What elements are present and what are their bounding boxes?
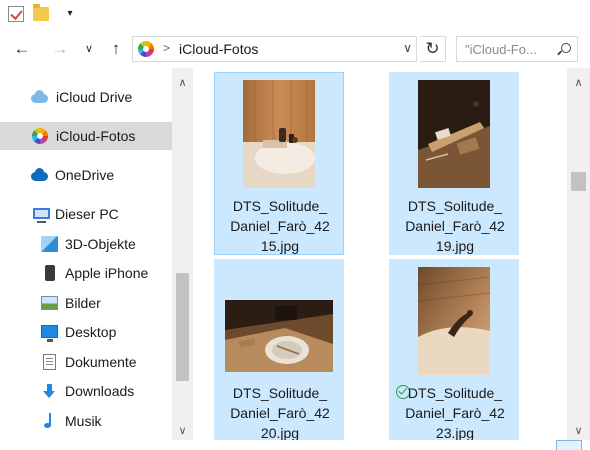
file-name-line: Daniel_Farò_42 <box>230 218 330 234</box>
file-name: DTS_Solitude_ Daniel_Farò_42 15.jpg <box>215 196 345 256</box>
search-placeholder: "iCloud-Fo... <box>465 42 537 57</box>
scroll-down-icon[interactable]: ∨ <box>567 422 590 440</box>
file-tile[interactable]: DTS_Solitude_ Daniel_Farò_42 23.jpg <box>389 259 519 442</box>
file-name-line: DTS_Solitude_ <box>407 385 503 401</box>
sidebar-item-3d-objects[interactable]: 3D-Objekte <box>0 230 172 258</box>
file-name-line: 19.jpg <box>435 238 475 254</box>
properties-check-icon[interactable] <box>8 6 24 22</box>
scroll-up-icon[interactable]: ∧ <box>567 74 590 92</box>
sidebar-item-label: 3D-Objekte <box>65 236 136 252</box>
file-tile[interactable]: DTS_Solitude_ Daniel_Farò_42 19.jpg <box>389 72 519 255</box>
navigation-pane: iCloud Drive iCloud-Fotos OneDrive Diese… <box>0 68 193 440</box>
icloud-photos-icon <box>32 128 48 144</box>
sidebar-item-label: iCloud Drive <box>56 89 133 105</box>
sidebar-item-pictures[interactable]: Bilder <box>0 289 172 317</box>
photo-thumbnail <box>225 300 333 372</box>
sidebar-item-label: iCloud-Fotos <box>56 128 136 144</box>
sidebar-item-label: Bilder <box>65 295 101 311</box>
recent-locations-chevron-icon[interactable]: ∨ <box>82 39 96 59</box>
downloads-icon <box>41 383 58 399</box>
sidebar-item-apple-iphone[interactable]: Apple iPhone <box>0 259 172 287</box>
quick-access-toolbar: ▾ <box>0 0 590 30</box>
file-name: DTS_Solitude_ Daniel_Farò_42 19.jpg <box>390 196 520 256</box>
scroll-down-icon[interactable]: ∨ <box>172 422 193 440</box>
file-name: DTS_Solitude_ Daniel_Farò_42 20.jpg <box>215 383 345 443</box>
file-name-line: DTS_Solitude_ <box>232 198 328 214</box>
scrollbar-thumb[interactable] <box>571 172 586 191</box>
photo-thumbnail <box>418 267 490 375</box>
file-tile[interactable]: DTS_Solitude_ Daniel_Farò_42 20.jpg <box>214 259 344 442</box>
icloud-drive-icon <box>31 89 48 105</box>
file-name: DTS_Solitude_ Daniel_Farò_42 23.jpg <box>390 383 520 443</box>
breadcrumb-icloud-photos[interactable]: iCloud-Fotos <box>179 41 258 57</box>
sidebar-item-onedrive[interactable]: OneDrive <box>0 161 172 189</box>
sidebar-item-icloud-drive[interactable]: iCloud Drive <box>0 83 172 111</box>
address-dropdown-icon[interactable]: ∨ <box>403 41 412 55</box>
file-name-line: Daniel_Farò_42 <box>405 218 505 234</box>
music-icon <box>41 413 58 429</box>
photo-thumbnail <box>418 80 490 188</box>
sidebar-item-music[interactable]: Musik <box>0 407 172 435</box>
sidebar-item-label: Dieser PC <box>55 206 119 222</box>
file-name-line: 15.jpg <box>260 238 300 254</box>
3d-objects-icon <box>41 236 58 252</box>
sidebar-item-documents[interactable]: Dokumente <box>0 348 172 376</box>
onedrive-cloud-icon <box>31 167 48 183</box>
iphone-icon <box>45 265 55 281</box>
sidebar-item-label: Musik <box>65 413 102 429</box>
scroll-up-icon[interactable]: ∧ <box>172 74 193 92</box>
search-icon[interactable] <box>561 43 571 53</box>
address-bar[interactable]: > iCloud-Fotos ∨ <box>132 36 417 62</box>
file-name-line: Daniel_Farò_42 <box>230 405 330 421</box>
sidebar-item-label: Dokumente <box>65 354 137 370</box>
sidebar-item-label: Desktop <box>65 324 117 340</box>
up-arrow-icon[interactable]: ↑ <box>106 39 126 59</box>
search-input[interactable]: "iCloud-Fo... <box>456 36 578 62</box>
sidebar-item-desktop[interactable]: Desktop <box>0 318 172 346</box>
file-name-line: DTS_Solitude_ <box>407 198 503 214</box>
file-list: DTS_Solitude_ Daniel_Farò_42 15.jpg DTS_… <box>193 68 590 442</box>
desktop-icon <box>41 325 58 342</box>
sidebar-item-label: Apple iPhone <box>65 265 149 281</box>
pictures-icon <box>41 296 58 310</box>
back-arrow-icon[interactable]: ← <box>12 39 32 59</box>
sidebar-item-label: OneDrive <box>55 167 115 183</box>
icloud-photos-icon <box>138 41 154 57</box>
this-pc-icon <box>33 208 50 223</box>
forward-arrow-icon[interactable]: → <box>50 39 70 59</box>
sidebar-item-icloud-photos[interactable]: iCloud-Fotos <box>0 122 172 150</box>
documents-icon <box>43 354 56 370</box>
scrollbar-thumb[interactable] <box>176 273 189 381</box>
sidebar-item-downloads[interactable]: Downloads <box>0 377 172 405</box>
sidebar-item-label: Downloads <box>65 383 135 399</box>
file-name-line: Daniel_Farò_42 <box>405 405 505 421</box>
file-name-line: DTS_Solitude_ <box>232 385 328 401</box>
large-icons-view-icon[interactable] <box>556 440 582 450</box>
customize-dropdown-icon[interactable]: ▾ <box>62 6 78 22</box>
sidebar-scrollbar[interactable]: ∧ ∨ <box>172 68 193 440</box>
content-scrollbar[interactable]: ∧ ∨ <box>567 68 590 440</box>
address-row: ← → ∨ ↑ > iCloud-Fotos ∨ ↻ "iCloud-Fo... <box>0 30 590 68</box>
sidebar-item-this-pc[interactable]: Dieser PC <box>0 200 172 228</box>
new-folder-icon[interactable] <box>33 4 49 21</box>
breadcrumb-separator-icon[interactable]: > <box>163 41 170 55</box>
photo-thumbnail <box>243 80 315 188</box>
file-tile[interactable]: DTS_Solitude_ Daniel_Farò_42 15.jpg <box>214 72 344 255</box>
refresh-icon[interactable]: ↻ <box>420 36 446 62</box>
status-bar <box>0 440 590 450</box>
